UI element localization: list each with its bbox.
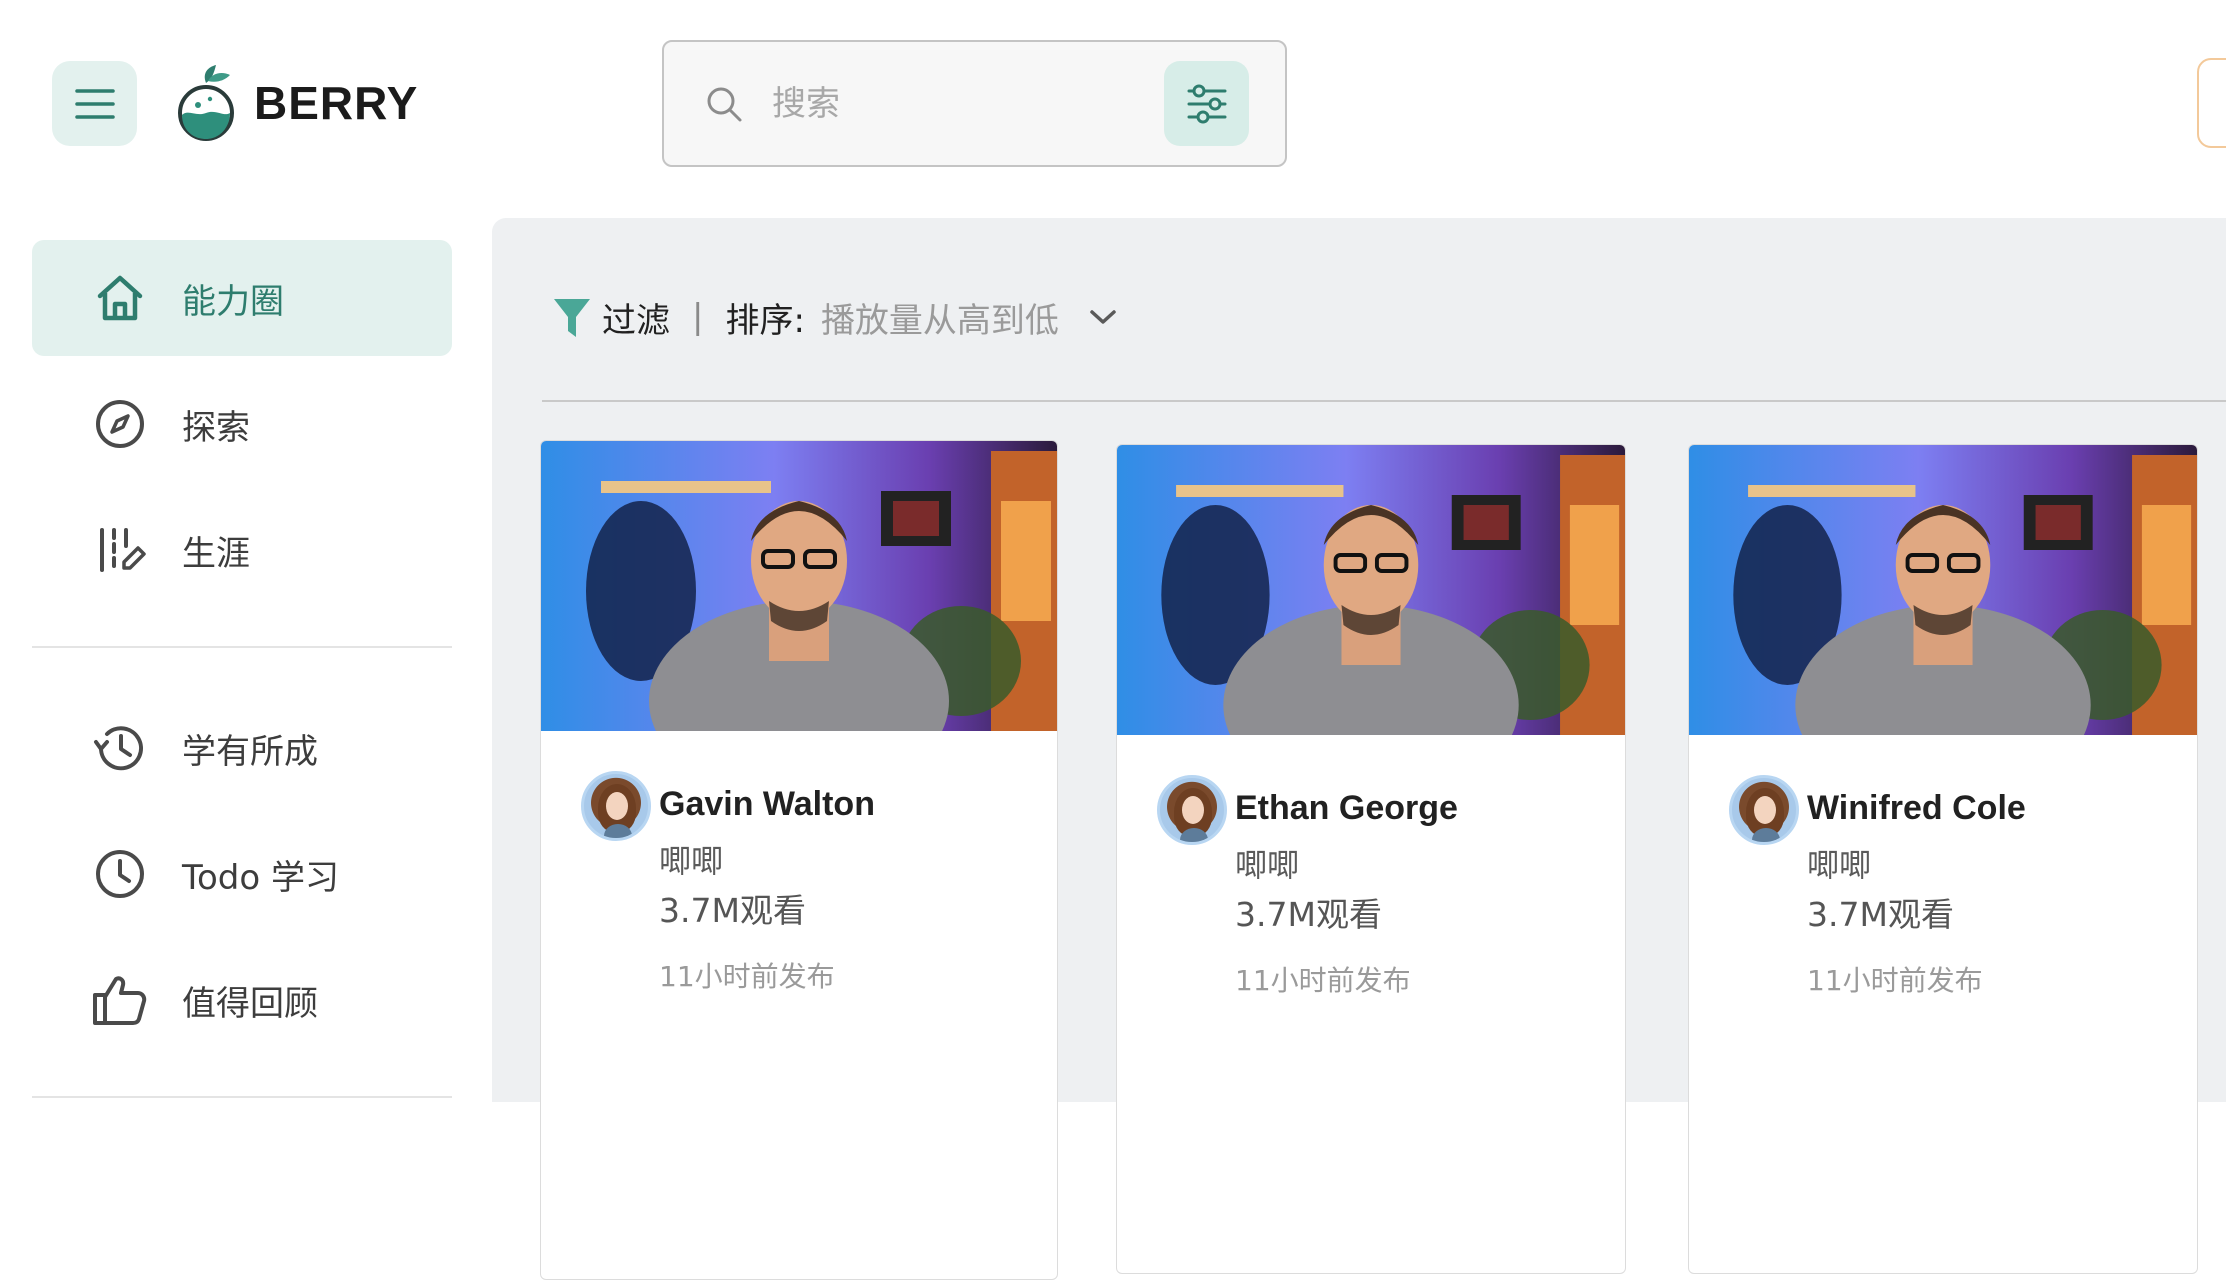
filter-label[interactable]: 过滤 — [602, 293, 670, 342]
sidebar-item-label: 能力圈 — [182, 281, 284, 322]
menu-toggle-button[interactable] — [52, 61, 137, 146]
brand-name: BERRY — [254, 77, 419, 129]
sliders-icon — [1187, 84, 1226, 123]
author-name[interactable]: Winifred Cole — [1807, 789, 2026, 828]
author-name[interactable]: Ethan George — [1235, 789, 1458, 828]
video-card[interactable]: Winifred Cole 唧唧 3.7M观看 11小时前发布 — [1688, 444, 2198, 1274]
search-filter-button[interactable] — [1164, 61, 1249, 146]
search-icon — [707, 87, 742, 122]
publish-time: 11小时前发布 — [1235, 964, 1411, 997]
main-content: 过滤 | 排序: 播放量从高到低 Gavin Walton 唧唧 3.7M观看 … — [492, 218, 2226, 1280]
filter-sort-toolbar: 过滤 | 排序: 播放量从高到低 — [552, 282, 1117, 352]
view-count: 3.7M观看 — [1235, 895, 1382, 934]
sidebar-item-label: Todo 学习 — [182, 857, 339, 898]
sidebar-item-worth-reviewing[interactable]: 值得回顾 — [32, 942, 452, 1058]
berry-logo-icon — [178, 65, 234, 141]
sidebar-divider — [32, 1096, 452, 1098]
sidebar-item-todo-learning[interactable]: Todo 学习 — [32, 816, 452, 932]
toolbar-divider — [542, 400, 2226, 402]
toolbar-separator: | — [692, 297, 704, 337]
clock-icon — [92, 846, 148, 902]
author-name[interactable]: Gavin Walton — [659, 785, 875, 824]
history-icon — [92, 720, 148, 776]
home-icon — [92, 270, 148, 326]
career-icon — [92, 522, 148, 578]
author-avatar[interactable] — [581, 771, 651, 841]
video-thumbnail[interactable] — [541, 441, 1057, 731]
sidebar-item-explore[interactable]: 探索 — [32, 366, 452, 482]
video-thumbnail[interactable] — [1689, 445, 2197, 735]
publish-time: 11小时前发布 — [659, 960, 835, 993]
sidebar-divider — [32, 646, 452, 648]
sidebar-item-achievements[interactable]: 学有所成 — [32, 690, 452, 806]
channel-name: 唧唧 — [1235, 846, 1300, 884]
compass-icon — [92, 396, 148, 452]
filter-funnel-icon[interactable] — [552, 295, 592, 339]
channel-name: 唧唧 — [1807, 846, 1872, 884]
sidebar-item-label: 生涯 — [182, 533, 250, 574]
search-bar — [662, 40, 1287, 167]
video-card[interactable]: Ethan George 唧唧 3.7M观看 11小时前发布 — [1116, 444, 1626, 1274]
sort-select-value[interactable]: 播放量从高到低 — [821, 293, 1059, 342]
video-thumbnail[interactable] — [1117, 445, 1625, 735]
view-count: 3.7M观看 — [659, 891, 806, 930]
video-card[interactable]: Gavin Walton 唧唧 3.7M观看 11小时前发布 — [540, 440, 1058, 1280]
search-input[interactable] — [772, 72, 1152, 136]
view-count: 3.7M观看 — [1807, 895, 1954, 934]
sidebar: 能力圈 探索 生涯 学有所成 Todo 学习 值得回顾 — [0, 210, 480, 1102]
sidebar-item-ability-circle[interactable]: 能力圈 — [32, 240, 452, 356]
chevron-down-icon — [1090, 310, 1116, 324]
header-action-button[interactable] — [2197, 58, 2226, 148]
author-avatar[interactable] — [1157, 775, 1227, 845]
sort-label: 排序: — [725, 300, 805, 341]
sidebar-item-career[interactable]: 生涯 — [32, 492, 452, 608]
publish-time: 11小时前发布 — [1807, 964, 1983, 997]
author-avatar[interactable] — [1729, 775, 1799, 845]
top-header: BERRY — [0, 0, 2226, 210]
brand-logo[interactable]: BERRY — [172, 58, 418, 148]
sidebar-item-label: 探索 — [182, 407, 250, 448]
sidebar-item-label: 学有所成 — [182, 731, 318, 772]
sort-dropdown-button[interactable] — [1089, 308, 1117, 326]
channel-name: 唧唧 — [659, 842, 724, 880]
sidebar-item-label: 值得回顾 — [182, 983, 318, 1024]
thumbs-up-icon — [92, 972, 148, 1028]
hamburger-menu-icon — [74, 88, 115, 119]
